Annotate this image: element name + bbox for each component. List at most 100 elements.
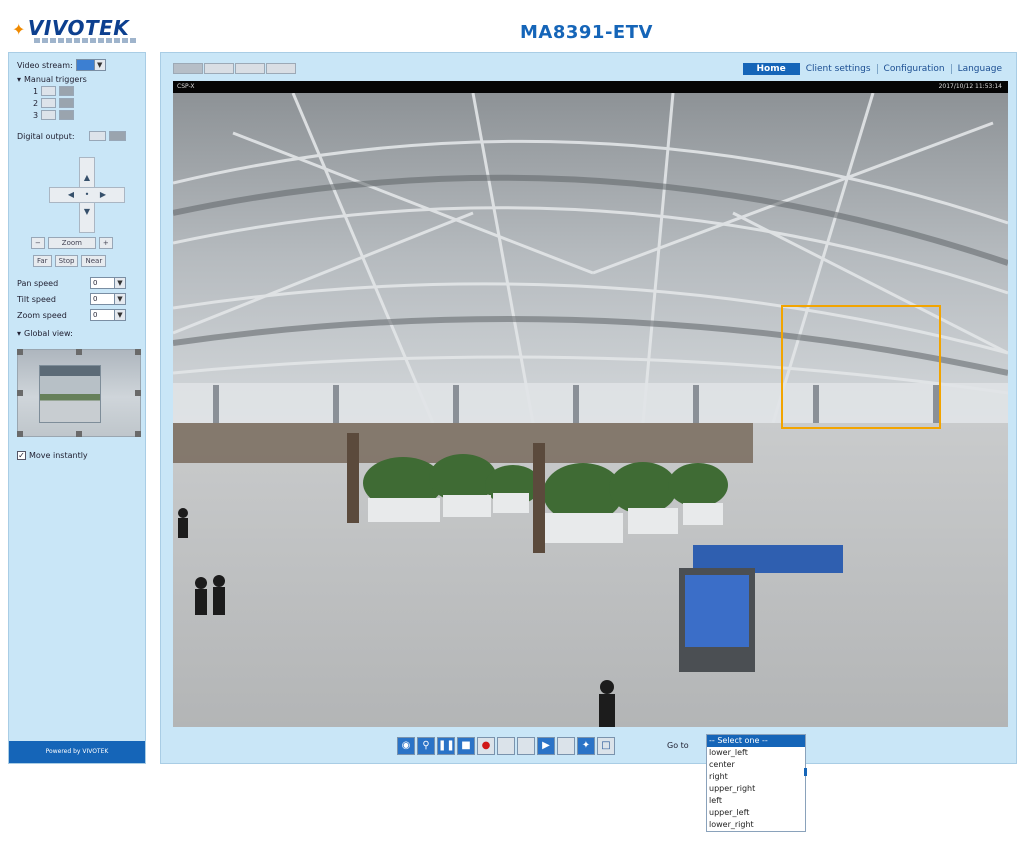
nav-client-settings[interactable]: Client settings bbox=[806, 64, 871, 74]
global-view-row[interactable]: ▾ Global view: bbox=[17, 329, 73, 338]
collapse-triangle-icon: ▾ bbox=[17, 75, 22, 84]
focus-near-button[interactable]: Near bbox=[81, 255, 107, 267]
powered-by-footer: Powered by VIVOTEK bbox=[9, 741, 145, 763]
focus-stop-button[interactable]: Stop bbox=[54, 255, 79, 267]
logo-tagline-decoration bbox=[34, 38, 136, 43]
stream-tab[interactable] bbox=[173, 63, 203, 74]
chevron-down-icon: ▼ bbox=[93, 60, 105, 70]
top-nav: Home Client settings Configuration Langu… bbox=[742, 63, 1002, 75]
trigger-off-button[interactable] bbox=[59, 86, 75, 96]
model-title: MA8391-ETV bbox=[520, 22, 653, 43]
dropdown-option[interactable]: -- Select one -- bbox=[707, 735, 805, 747]
vivotek-logo: ✦ VIVOTEK bbox=[12, 16, 129, 40]
record-icon[interactable]: ● bbox=[477, 737, 495, 755]
video-stream-select[interactable]: ▼ bbox=[75, 59, 106, 71]
stop-icon[interactable]: ■ bbox=[457, 737, 475, 755]
app-header: ✦ VIVOTEK MA8391-ETV bbox=[0, 0, 1022, 48]
dropdown-option[interactable]: center bbox=[707, 759, 805, 771]
video-timestamp: 2017/10/12 11:53:14 bbox=[938, 83, 1002, 90]
move-instantly-row: ✓ Move instantly bbox=[17, 451, 88, 460]
home-position-icon[interactable]: • bbox=[79, 188, 95, 202]
digital-output-on-button[interactable] bbox=[88, 131, 106, 141]
nav-home[interactable]: Home bbox=[742, 63, 800, 75]
resize-handle[interactable] bbox=[76, 349, 82, 355]
pip-icon[interactable]: □ bbox=[597, 737, 615, 755]
zoom-out-button[interactable]: − bbox=[31, 237, 45, 249]
digital-zoom-icon[interactable]: ⚲ bbox=[417, 737, 435, 755]
resize-handle[interactable] bbox=[17, 349, 23, 355]
trigger-off-button[interactable] bbox=[59, 110, 75, 120]
resize-handle[interactable] bbox=[76, 431, 82, 437]
pan-down-icon[interactable]: ▼ bbox=[79, 205, 95, 219]
trigger-row-1: 1 bbox=[33, 86, 75, 96]
pan-speed-label: Pan speed bbox=[17, 278, 59, 288]
dropdown-edge bbox=[804, 768, 807, 776]
move-instantly-checkbox[interactable]: ✓ bbox=[17, 451, 26, 460]
video-stream-label: Video stream: bbox=[17, 60, 73, 70]
resize-handle[interactable] bbox=[17, 431, 23, 437]
digital-output-row: Digital output: bbox=[17, 131, 126, 141]
nav-configuration[interactable]: Configuration bbox=[884, 64, 945, 74]
chevron-down-icon: ▼ bbox=[114, 310, 125, 320]
focus-far-button[interactable]: Far bbox=[33, 255, 52, 267]
zoom-speed-select[interactable]: 0 ▼ bbox=[90, 309, 126, 321]
snapshot-icon[interactable]: ◉ bbox=[397, 737, 415, 755]
manual-triggers-row[interactable]: ▾ Manual triggers bbox=[17, 75, 87, 84]
nav-language[interactable]: Language bbox=[958, 64, 1002, 74]
stream-tab[interactable] bbox=[266, 63, 296, 74]
mute-icon[interactable] bbox=[517, 737, 535, 755]
trigger-on-button[interactable] bbox=[41, 86, 57, 96]
tilt-speed-row: Tilt speed 0 ▼ bbox=[17, 293, 126, 305]
trigger-off-button[interactable] bbox=[59, 98, 75, 108]
chevron-down-icon: ▼ bbox=[114, 294, 125, 304]
main-panel: Home Client settings Configuration Langu… bbox=[160, 52, 1017, 764]
pan-speed-select[interactable]: 0 ▼ bbox=[90, 277, 126, 289]
dropdown-option[interactable]: lower_right bbox=[707, 819, 805, 831]
trigger-number: 2 bbox=[33, 98, 39, 108]
video-stream-row: Video stream: ▼ bbox=[17, 59, 106, 71]
resize-handle[interactable] bbox=[17, 390, 23, 396]
collapse-triangle-icon: ▾ bbox=[17, 329, 22, 338]
stream-tab[interactable] bbox=[204, 63, 234, 74]
dropdown-option[interactable]: lower_left bbox=[707, 747, 805, 759]
global-view-thumbnail[interactable] bbox=[17, 349, 141, 437]
talk-icon[interactable]: ▶ bbox=[537, 737, 555, 755]
dropdown-option[interactable]: left bbox=[707, 795, 805, 807]
digital-output-off-button[interactable] bbox=[108, 131, 126, 141]
zoom-in-button[interactable]: + bbox=[98, 237, 113, 249]
pause-icon[interactable]: ❚❚ bbox=[437, 737, 455, 755]
sidebar: Video stream: ▼ ▾ Manual triggers 1 2 3 … bbox=[8, 52, 146, 764]
chevron-down-icon: ▼ bbox=[114, 278, 125, 288]
fullscreen-icon[interactable]: ✦ bbox=[577, 737, 595, 755]
pan-right-icon[interactable]: ▶ bbox=[95, 188, 111, 202]
roi-box[interactable] bbox=[781, 305, 941, 429]
pan-up-icon[interactable]: ▲ bbox=[79, 171, 95, 185]
logo-mark-icon: ✦ bbox=[12, 20, 26, 39]
dropdown-option[interactable]: upper_right bbox=[707, 783, 805, 795]
dropdown-option[interactable]: upper_left bbox=[707, 807, 805, 819]
global-view-roi[interactable] bbox=[39, 365, 101, 423]
trigger-on-button[interactable] bbox=[41, 110, 57, 120]
stream-tab[interactable] bbox=[235, 63, 265, 74]
global-view-label: Global view: bbox=[24, 329, 73, 338]
preset-dropdown[interactable]: -- Select one -- lower_left center right… bbox=[706, 734, 806, 832]
video-control-bar: ◉ ⚲ ❚❚ ■ ● ▶ ✦ □ bbox=[397, 737, 615, 755]
stream-tabs bbox=[173, 63, 296, 74]
goto-label: Go to bbox=[667, 741, 689, 750]
trigger-on-button[interactable] bbox=[41, 98, 57, 108]
volume-icon[interactable] bbox=[497, 737, 515, 755]
live-video-frame[interactable]: CSP-X 2017/10/12 11:53:14 bbox=[173, 81, 1008, 727]
pan-left-icon[interactable]: ◀ bbox=[63, 188, 79, 202]
video-caption-bar: CSP-X 2017/10/12 11:53:14 bbox=[173, 81, 1008, 93]
zoom-speed-label: Zoom speed bbox=[17, 310, 67, 320]
zoom-label: Zoom bbox=[47, 237, 96, 249]
mic-icon[interactable] bbox=[557, 737, 575, 755]
logo-text: VIVOTEK bbox=[27, 16, 130, 40]
resize-handle[interactable] bbox=[135, 349, 141, 355]
tilt-speed-select[interactable]: 0 ▼ bbox=[90, 293, 126, 305]
dropdown-option[interactable]: right bbox=[707, 771, 805, 783]
move-instantly-label: Move instantly bbox=[29, 451, 88, 460]
resize-handle[interactable] bbox=[135, 431, 141, 437]
manual-triggers-label: Manual triggers bbox=[24, 75, 87, 84]
resize-handle[interactable] bbox=[135, 390, 141, 396]
